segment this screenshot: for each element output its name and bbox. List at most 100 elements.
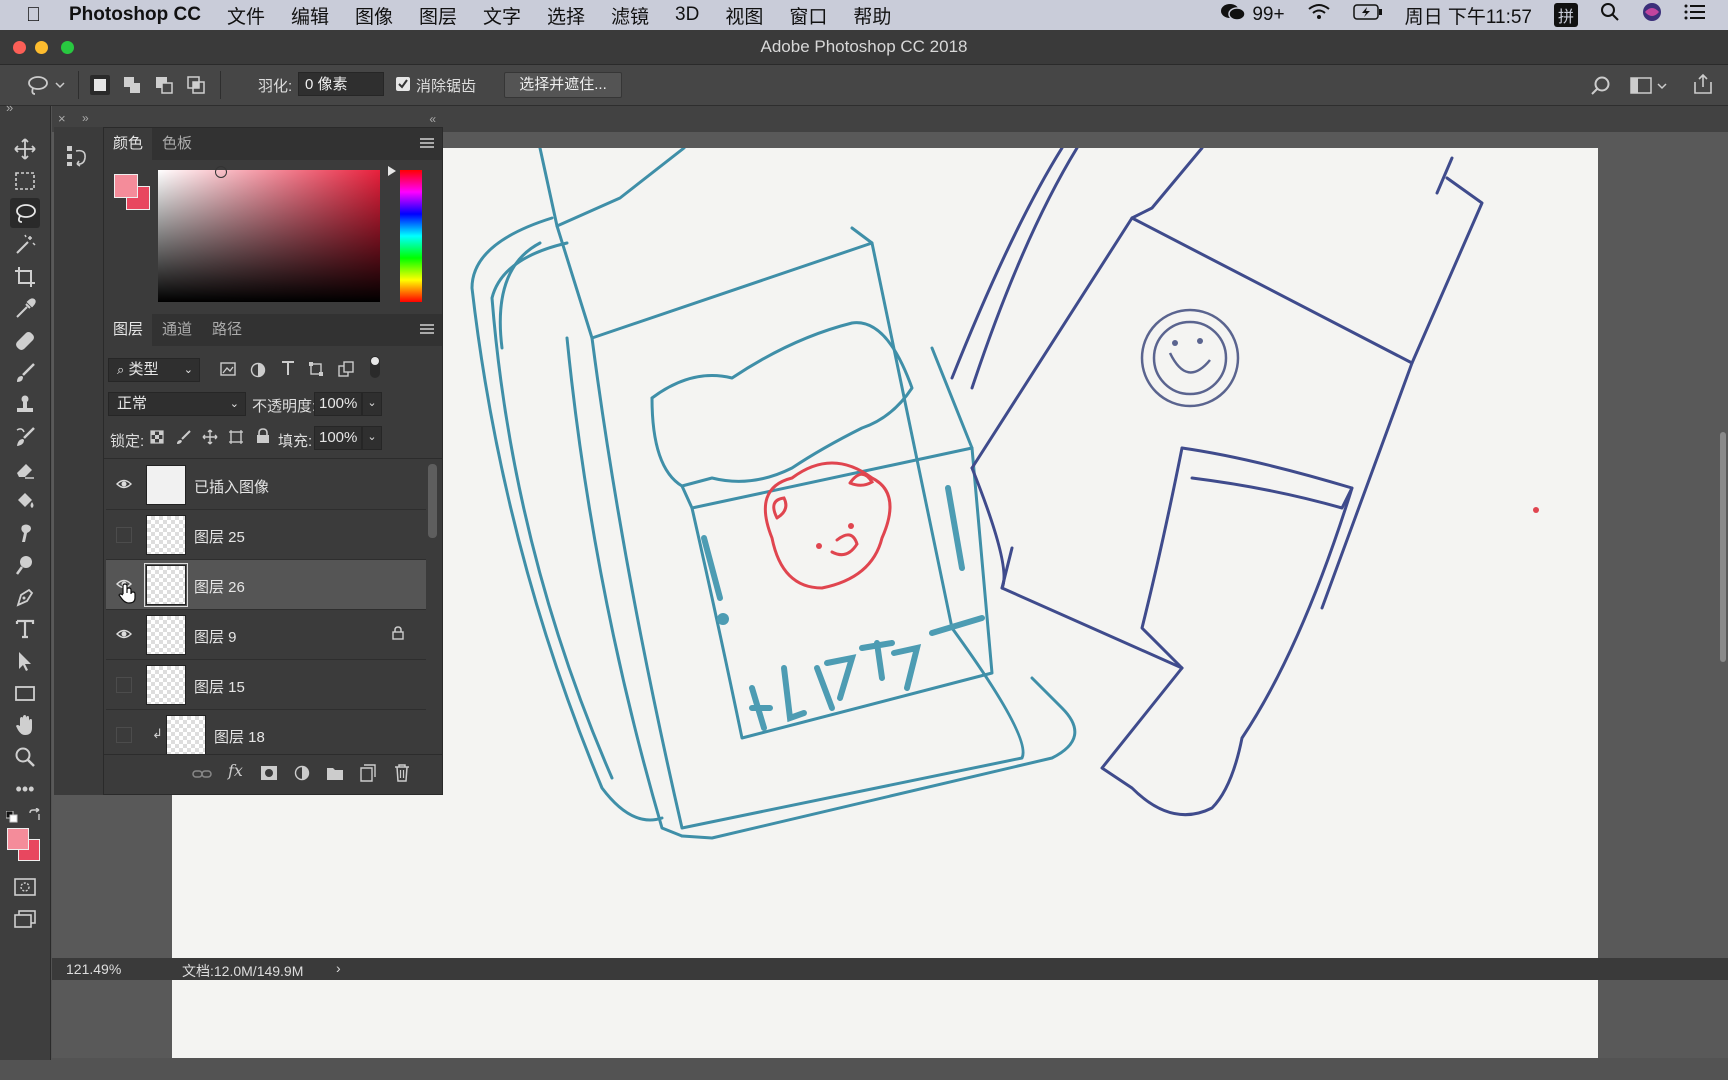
filter-type-icon[interactable]	[280, 360, 296, 380]
layer-thumbnail[interactable]	[144, 563, 188, 607]
eye-icon[interactable]	[116, 477, 132, 493]
zoom-tool[interactable]	[10, 742, 40, 772]
layer-row-selected[interactable]: 图层 26	[106, 560, 426, 610]
visibility-toggle[interactable]	[116, 527, 132, 543]
menu-type[interactable]: 文字	[483, 2, 521, 29]
wifi-icon[interactable]	[1307, 3, 1331, 27]
notification-center-icon[interactable]	[1684, 4, 1706, 26]
layer-row[interactable]: ↲ 图层 18	[106, 710, 426, 754]
tab-channels[interactable]: 通道	[152, 314, 202, 346]
move-tool[interactable]	[10, 134, 40, 164]
lock-artboard-icon[interactable]	[228, 429, 244, 449]
brush-tool[interactable]	[10, 358, 40, 388]
crop-tool[interactable]	[10, 262, 40, 292]
smudge-tool[interactable]	[10, 518, 40, 548]
layer-thumbnail[interactable]	[146, 515, 186, 555]
menu-view[interactable]: 视图	[725, 2, 763, 29]
layer-name[interactable]: 已插入图像	[194, 476, 269, 497]
layer-name[interactable]: 图层 15	[194, 676, 245, 697]
clone-stamp-tool[interactable]	[10, 390, 40, 420]
expand-panel-icon[interactable]: »	[82, 111, 89, 125]
subtract-from-selection-icon[interactable]	[154, 75, 174, 95]
swap-colors-icon[interactable]	[28, 807, 42, 826]
eyedropper-tool[interactable]	[10, 294, 40, 324]
tab-layers[interactable]: 图层	[104, 314, 152, 346]
healing-brush-tool[interactable]	[10, 326, 40, 356]
close-panel-icon[interactable]: ×	[58, 111, 66, 126]
input-method-icon[interactable]: 拼	[1553, 3, 1578, 27]
share-icon[interactable]	[1692, 72, 1714, 100]
layer-row[interactable]: 图层 15	[106, 660, 426, 710]
menu-help[interactable]: 帮助	[853, 2, 891, 29]
menu-image[interactable]: 图像	[355, 2, 393, 29]
select-and-mask-button[interactable]: 选择并遮住...	[504, 72, 622, 98]
layer-thumbnail[interactable]	[166, 715, 206, 754]
default-colors-icon[interactable]	[5, 810, 18, 827]
opacity-dropdown-icon[interactable]: ⌄	[362, 392, 382, 416]
hue-slider[interactable]	[400, 170, 422, 302]
tab-color[interactable]: 颜色	[104, 128, 152, 160]
history-panel-icon[interactable]	[66, 145, 88, 171]
adjustment-layer-icon[interactable]	[294, 765, 312, 787]
new-group-icon[interactable]	[326, 765, 344, 785]
filter-toggle-icon[interactable]	[370, 356, 380, 378]
layer-name[interactable]: 图层 9	[194, 626, 237, 647]
layer-name[interactable]: 图层 25	[194, 526, 245, 547]
screen-mode-icon[interactable]	[10, 904, 40, 934]
menu-file[interactable]: 文件	[227, 2, 265, 29]
filter-shape-icon[interactable]	[308, 361, 324, 381]
siri-icon[interactable]	[1642, 2, 1662, 28]
zoom-level[interactable]: 121.49%	[66, 961, 121, 977]
intersect-selection-icon[interactable]	[186, 75, 206, 95]
app-name-menu[interactable]: Photoshop CC	[69, 4, 201, 26]
lock-position-icon[interactable]	[202, 429, 218, 449]
clock[interactable]: 周日 下午11:57	[1405, 2, 1532, 29]
menu-edit[interactable]: 编辑	[291, 2, 329, 29]
layer-row[interactable]: 图层 25	[106, 510, 426, 560]
layers-list[interactable]: 已插入图像 图层 25 图层 26 图层 9 图层 15 ↲ 图层 18	[104, 460, 430, 754]
new-layer-icon[interactable]	[360, 764, 376, 786]
add-to-selection-icon[interactable]	[122, 75, 142, 95]
menu-layer[interactable]: 图层	[419, 2, 457, 29]
type-tool[interactable]	[10, 614, 40, 644]
feather-input[interactable]: 0 像素	[298, 72, 384, 96]
quick-mask-icon[interactable]	[10, 872, 40, 902]
status-menu-arrow-icon[interactable]: ›	[336, 960, 341, 976]
menu-3d[interactable]: 3D	[675, 4, 699, 26]
delete-layer-icon[interactable]	[394, 764, 410, 786]
layer-thumbnail[interactable]	[146, 615, 186, 655]
vertical-scrollbar[interactable]	[1720, 432, 1726, 662]
magic-wand-tool[interactable]	[10, 230, 40, 260]
filter-smart-object-icon[interactable]	[338, 361, 354, 381]
layer-row[interactable]: 已插入图像	[106, 460, 426, 510]
picker-cursor[interactable]	[215, 166, 227, 178]
rectangle-tool[interactable]	[10, 678, 40, 708]
visibility-toggle[interactable]	[116, 727, 132, 743]
dodge-tool[interactable]	[10, 550, 40, 580]
filter-pixel-icon[interactable]	[220, 362, 236, 380]
layer-row[interactable]: 图层 9	[106, 610, 426, 660]
opacity-input[interactable]: 100%	[314, 392, 362, 416]
saturation-brightness-picker[interactable]	[158, 170, 380, 302]
blend-mode-select[interactable]: 正常 ⌄	[108, 392, 246, 416]
antialias-checkbox[interactable]	[396, 77, 410, 91]
link-layers-icon[interactable]	[192, 767, 212, 785]
new-selection-icon[interactable]	[90, 75, 110, 95]
lasso-tool[interactable]	[10, 198, 40, 228]
eraser-tool[interactable]	[10, 454, 40, 484]
layer-name[interactable]: 图层 18	[214, 726, 265, 747]
layer-thumbnail[interactable]	[146, 465, 186, 505]
color-panel-menu-icon[interactable]	[420, 138, 434, 140]
layer-filter-select[interactable]: ⌕ 类型 ⌄	[108, 358, 200, 382]
layer-name[interactable]: 图层 26	[194, 576, 245, 597]
menu-window[interactable]: 窗口	[789, 2, 827, 29]
battery-icon[interactable]	[1352, 4, 1383, 26]
lock-image-pixels-icon[interactable]	[176, 429, 192, 449]
marquee-tool[interactable]	[10, 166, 40, 196]
fill-input[interactable]: 100%	[314, 426, 362, 450]
pen-tool[interactable]	[10, 582, 40, 612]
spotlight-search-icon[interactable]	[1600, 2, 1620, 28]
search-icon[interactable]	[1590, 75, 1612, 101]
paint-bucket-tool[interactable]	[10, 486, 40, 516]
layers-panel-menu-icon[interactable]	[420, 324, 434, 326]
